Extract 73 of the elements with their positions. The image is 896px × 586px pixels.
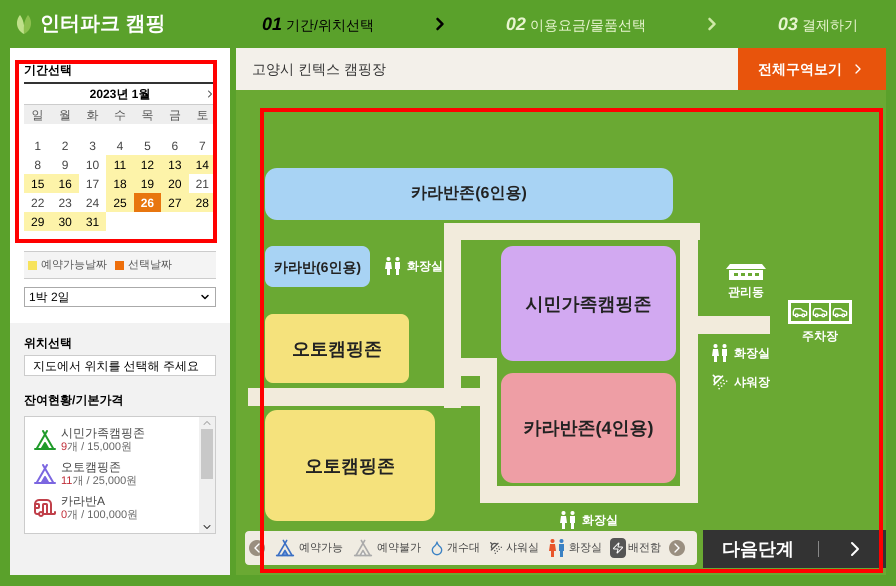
weekday-label: 화 bbox=[86, 106, 100, 122]
weekday-label: 월 bbox=[58, 106, 72, 122]
step-label: 01 기간/위치선택 bbox=[262, 13, 374, 36]
map-label: 화장실 bbox=[582, 512, 618, 528]
section-title: 위치선택 bbox=[24, 335, 73, 351]
map-label: 관리동 bbox=[728, 284, 764, 300]
count-price: 9개 / 15,000원 bbox=[61, 441, 133, 455]
calendar-day[interactable]: 29 bbox=[24, 212, 52, 231]
zone-area[interactable]: 카라반존(4인용) bbox=[501, 373, 676, 483]
stay-select[interactable]: 1박 2일 bbox=[24, 287, 216, 307]
power-box-icon bbox=[610, 538, 626, 558]
section-title: 잔여현황/기본가격 bbox=[24, 392, 124, 408]
logo-text: 인터파크 캠핑 bbox=[40, 12, 166, 37]
legend-label: 예약가능 bbox=[299, 540, 343, 556]
tent-icon bbox=[273, 538, 297, 558]
next-step-button[interactable]: 다음단계 bbox=[703, 530, 886, 568]
legend-label: 예약불가 bbox=[377, 540, 421, 556]
map-label: 주차장 bbox=[802, 328, 838, 344]
weekday-label: 일 bbox=[30, 106, 45, 122]
map-label: 화장실 bbox=[734, 345, 770, 361]
zone-area[interactable]: 시민가족캠핑존 bbox=[501, 246, 676, 361]
campsite-title: 고양시 킨텍스 캠핑장 bbox=[251, 60, 386, 79]
parking-icon bbox=[788, 300, 852, 324]
month-title: 2023년 1월 bbox=[90, 86, 150, 102]
calendar-day[interactable]: 13 bbox=[161, 155, 189, 174]
calendar-day[interactable]: 15 bbox=[24, 174, 52, 193]
calendar-day[interactable]: 27 bbox=[161, 193, 189, 212]
map-label: 샤워장 bbox=[734, 374, 770, 390]
restroom-icon bbox=[558, 510, 578, 530]
zone-name: 시민가족캠핑존 bbox=[61, 425, 145, 441]
calendar-day[interactable]: 20 bbox=[161, 174, 189, 193]
zone-area[interactable]: 카라반(6인용) bbox=[265, 246, 370, 287]
legend-label: 화장실 bbox=[569, 540, 602, 556]
section-title: 기간선택 bbox=[24, 62, 216, 84]
weekday-label: 토 bbox=[195, 106, 210, 122]
weekday-label: 수 bbox=[112, 106, 127, 122]
scrollbar[interactable] bbox=[199, 417, 215, 533]
calendar-day[interactable]: 11 bbox=[106, 155, 134, 174]
step-label: 02 이용요금/물품선택 bbox=[506, 13, 646, 36]
zone-name: 오토캠핑존 bbox=[61, 458, 122, 475]
scroll-right-button[interactable] bbox=[669, 540, 685, 556]
shower-icon bbox=[488, 540, 504, 556]
zone-area[interactable]: 오토캠핑존 bbox=[265, 314, 409, 383]
legend-label: 샤워실 bbox=[506, 540, 539, 556]
calendar-day[interactable]: 30 bbox=[51, 212, 79, 231]
map-label: 화장실 bbox=[407, 258, 443, 274]
legend-label: 개수대 bbox=[447, 540, 480, 556]
restroom-icon bbox=[383, 256, 403, 276]
location-field[interactable]: 지도에서 위치를 선택해 주세요 bbox=[24, 355, 216, 376]
legend-label: 배전함 bbox=[628, 540, 661, 556]
view-all-button[interactable]: 전체구역보기 bbox=[738, 48, 886, 90]
calendar-day[interactable]: 12 bbox=[134, 155, 162, 174]
faucet-icon bbox=[429, 540, 445, 556]
zone-name: 카라반A bbox=[61, 492, 106, 508]
count-price: 11개 / 25,000원 bbox=[61, 474, 138, 488]
legend-label: 예약가능날짜 bbox=[41, 258, 107, 273]
calendar-day[interactable]: 25 bbox=[106, 193, 134, 212]
calendar-day[interactable]: 18 bbox=[106, 174, 134, 193]
zone-area[interactable]: 카라반존(6인용) bbox=[265, 168, 673, 220]
tent-icon bbox=[351, 538, 375, 558]
shower-icon bbox=[710, 372, 730, 392]
count-price: 0개 / 100,000원 bbox=[61, 508, 138, 522]
calendar-day[interactable]: 19 bbox=[134, 174, 162, 193]
building-icon bbox=[726, 264, 766, 280]
calendar-day[interactable]: 16 bbox=[51, 174, 79, 193]
restroom-icon bbox=[547, 538, 567, 558]
weekday-label: 금 bbox=[168, 106, 182, 122]
step-label: 03 결제하기 bbox=[778, 13, 858, 36]
legend-label: 선택날짜 bbox=[128, 258, 172, 273]
weekday-label: 목 bbox=[140, 106, 154, 122]
zone-area[interactable]: 오토캠핑존 bbox=[265, 410, 435, 521]
calendar-day[interactable]: 31 bbox=[78, 212, 106, 231]
restroom-icon bbox=[710, 343, 730, 363]
